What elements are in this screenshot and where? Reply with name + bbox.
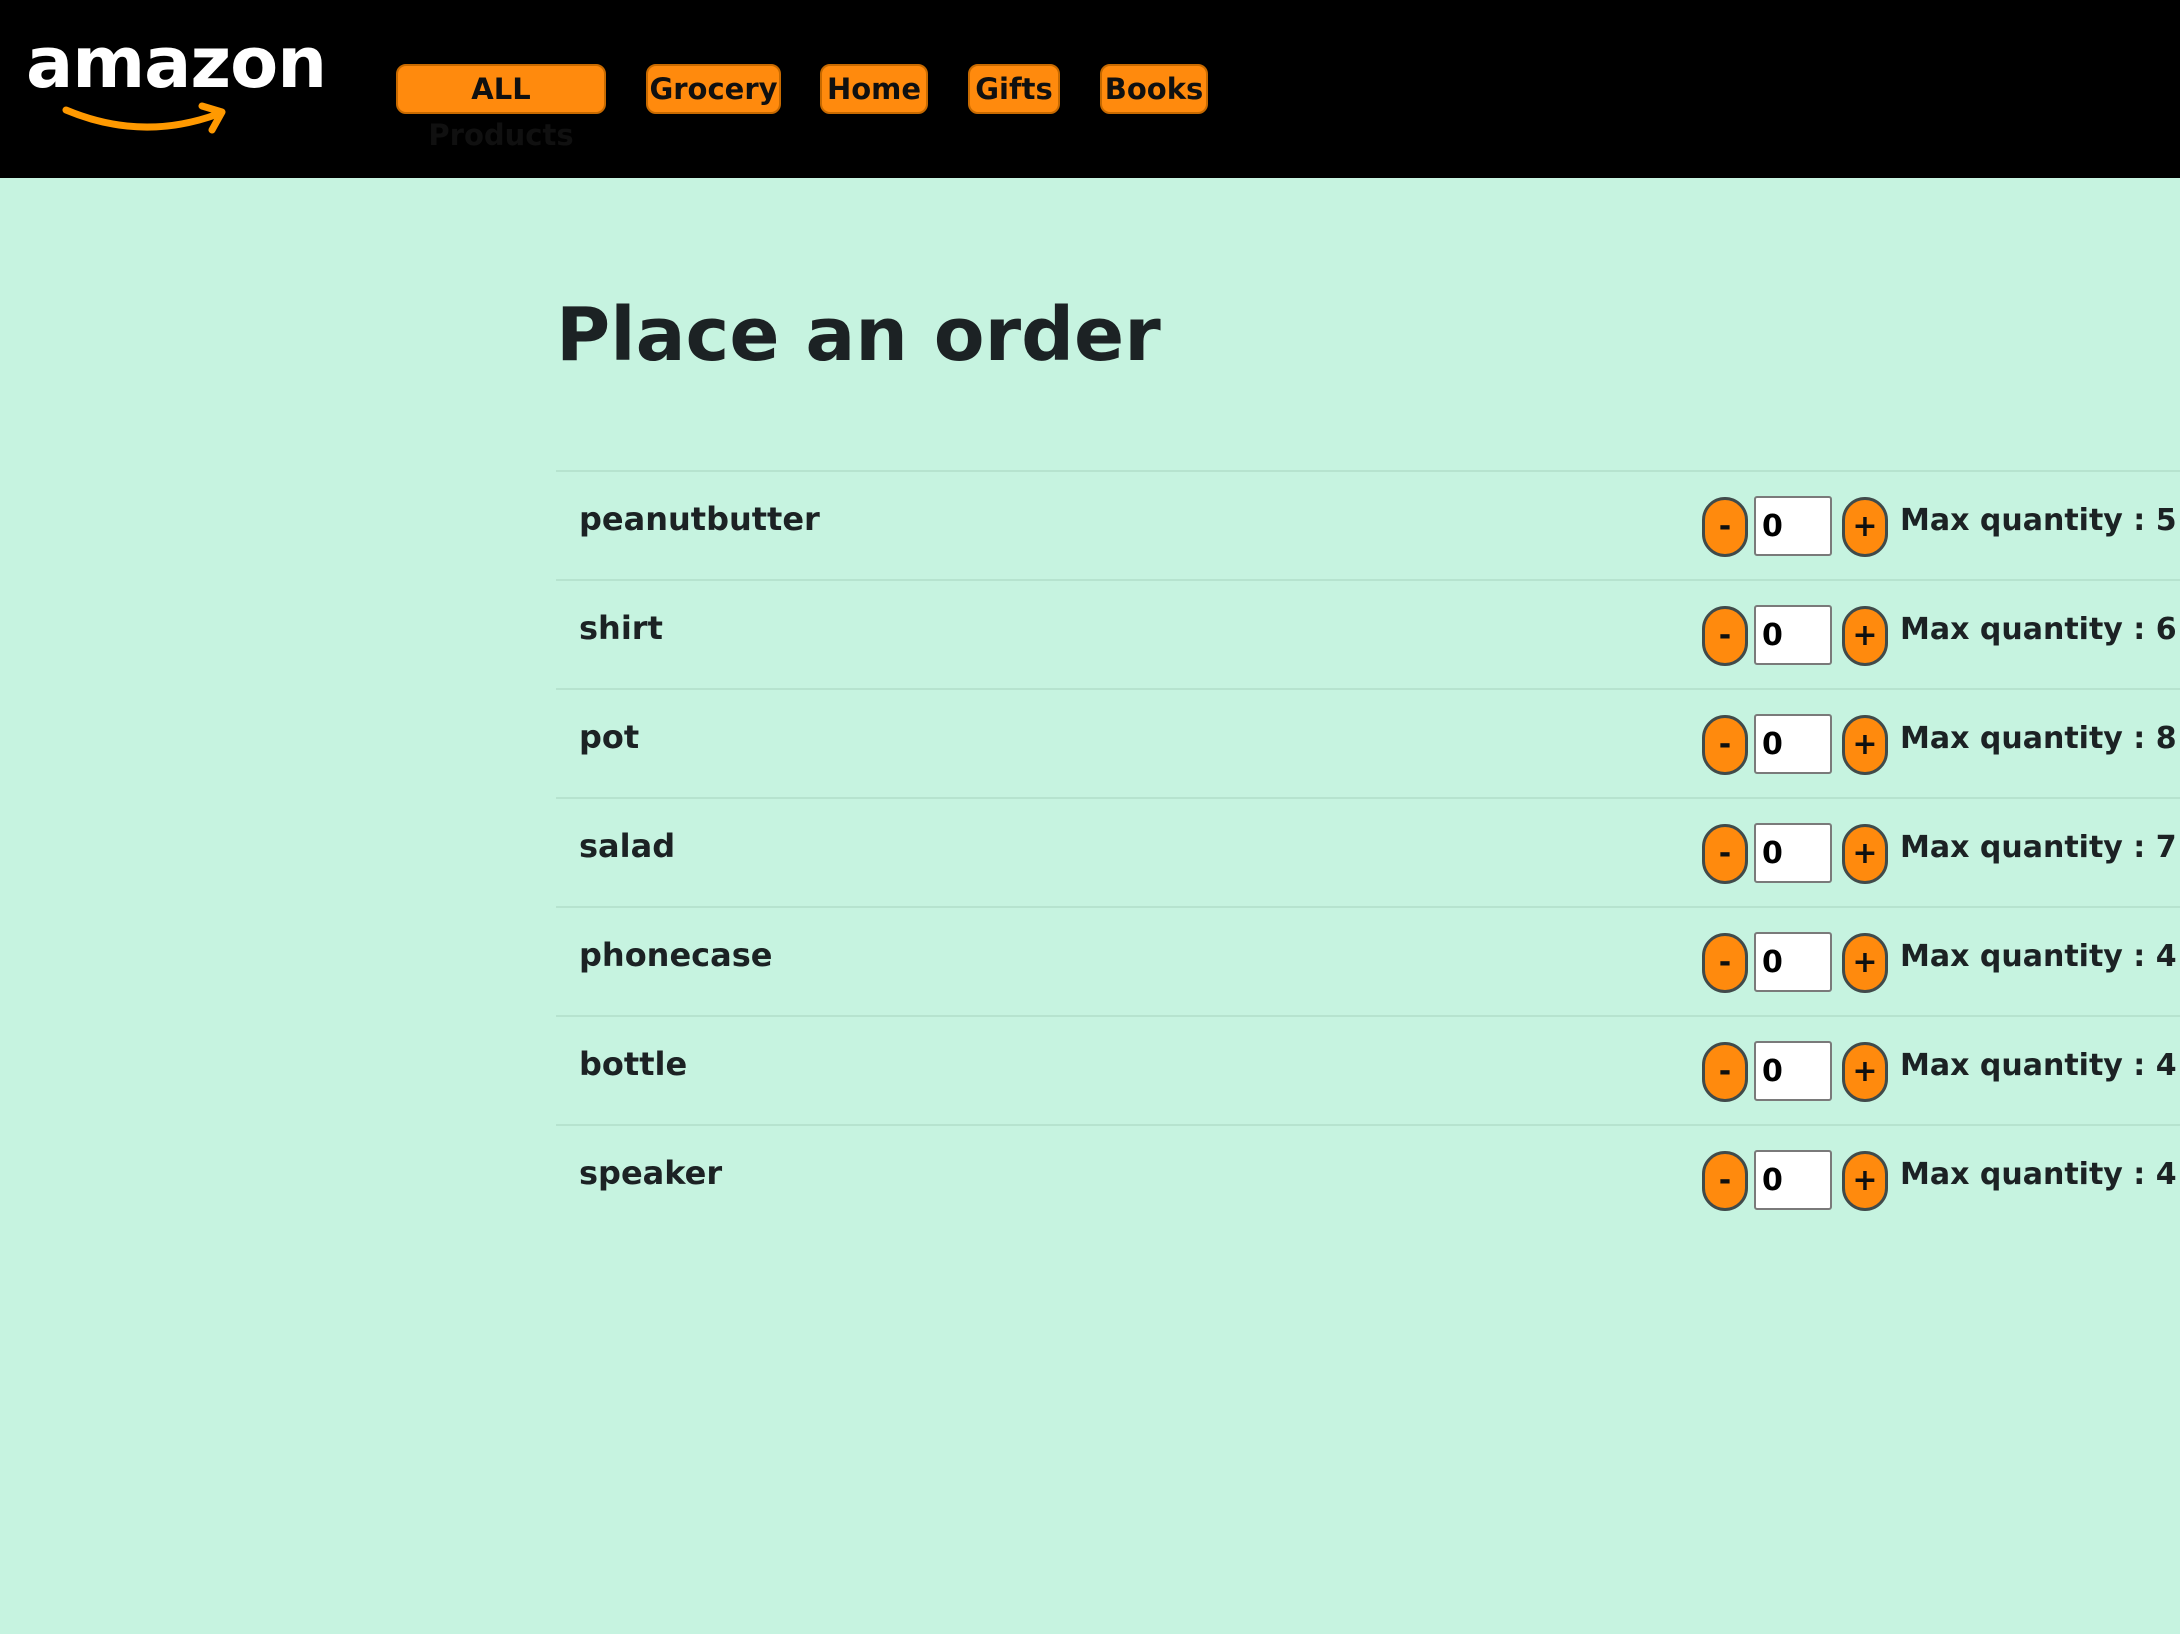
- max-quantity-label: Max quantity : 5: [1900, 503, 2177, 538]
- order-row-bottle: bottle - + Max quantity : 4: [556, 1015, 2180, 1124]
- decrease-quantity-button[interactable]: -: [1702, 933, 1748, 993]
- quantity-input[interactable]: [1754, 605, 1832, 665]
- increase-quantity-button[interactable]: +: [1842, 715, 1888, 775]
- max-quantity-label: Max quantity : 7: [1900, 830, 2177, 865]
- nav-grocery-button[interactable]: Grocery: [646, 64, 781, 114]
- quantity-input[interactable]: [1754, 1150, 1832, 1210]
- page-title: Place an order: [556, 292, 1161, 378]
- order-row-pot: pot - + Max quantity : 8: [556, 688, 2180, 797]
- order-row-speaker: speaker - + Max quantity : 4: [556, 1124, 2180, 1233]
- max-quantity-label: Max quantity : 4: [1900, 939, 2177, 974]
- item-name: bottle: [579, 1045, 688, 1083]
- order-row-shirt: shirt - + Max quantity : 6: [556, 579, 2180, 688]
- nav-gifts-button[interactable]: Gifts: [968, 64, 1060, 114]
- quantity-input[interactable]: [1754, 823, 1832, 883]
- nav-all-products-button[interactable]: ALL Products: [396, 64, 606, 152]
- quantity-input[interactable]: [1754, 1041, 1832, 1101]
- amazon-logo[interactable]: amazon: [26, 28, 356, 148]
- decrease-quantity-button[interactable]: -: [1702, 1042, 1748, 1102]
- max-quantity-label: Max quantity : 4: [1900, 1048, 2177, 1083]
- max-quantity-label: Max quantity : 4: [1900, 1157, 2177, 1192]
- item-name: speaker: [579, 1154, 723, 1192]
- item-name: shirt: [579, 609, 663, 647]
- decrease-quantity-button[interactable]: -: [1702, 824, 1748, 884]
- increase-quantity-button[interactable]: +: [1842, 606, 1888, 666]
- nav-home-button[interactable]: Home: [820, 64, 928, 114]
- max-quantity-label: Max quantity : 8: [1900, 721, 2177, 756]
- increase-quantity-button[interactable]: +: [1842, 1151, 1888, 1211]
- decrease-quantity-button[interactable]: -: [1702, 606, 1748, 666]
- decrease-quantity-button[interactable]: -: [1702, 1151, 1748, 1211]
- item-name: peanutbutter: [579, 500, 820, 538]
- item-name: pot: [579, 718, 640, 756]
- logo-wordmark: amazon: [26, 22, 327, 104]
- order-row-peanutbutter: peanutbutter - + Max quantity : 5: [556, 470, 2180, 579]
- order-row-phonecase: phonecase - + Max quantity : 4: [556, 906, 2180, 1015]
- decrease-quantity-button[interactable]: -: [1702, 715, 1748, 775]
- category-nav: ALL Products Grocery --Home Gifts Books: [396, 64, 1208, 152]
- order-row-salad: salad - + Max quantity : 7: [556, 797, 2180, 906]
- quantity-input[interactable]: [1754, 496, 1832, 556]
- top-navigation-bar: amazon ALL Products Grocery --Home Gifts…: [0, 0, 2180, 178]
- item-name: phonecase: [579, 936, 773, 974]
- increase-quantity-button[interactable]: +: [1842, 824, 1888, 884]
- item-name: salad: [579, 827, 676, 865]
- decrease-quantity-button[interactable]: -: [1702, 497, 1748, 557]
- quantity-input[interactable]: [1754, 714, 1832, 774]
- smile-arrow-icon: [62, 102, 226, 134]
- increase-quantity-button[interactable]: +: [1842, 497, 1888, 557]
- increase-quantity-button[interactable]: +: [1842, 933, 1888, 993]
- max-quantity-label: Max quantity : 6: [1900, 612, 2177, 647]
- increase-quantity-button[interactable]: +: [1842, 1042, 1888, 1102]
- nav-books-button[interactable]: Books: [1100, 64, 1208, 114]
- quantity-input[interactable]: [1754, 932, 1832, 992]
- order-item-list: peanutbutter - + Max quantity : 5 shirt …: [556, 470, 2180, 1233]
